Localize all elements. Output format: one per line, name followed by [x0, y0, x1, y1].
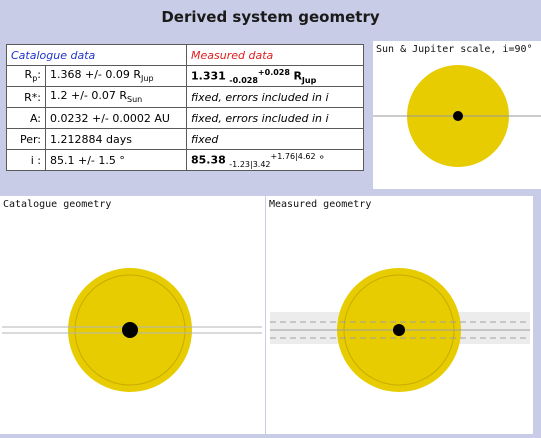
planet-dot [453, 111, 463, 121]
catalogue-diagram [2, 268, 262, 392]
table-row-i: i : 85.1 +/- 1.5 ° 85.38 -1.23|3.42+1.76… [6, 149, 364, 171]
catalogue-value: 1.2 +/- 0.07 RSun [45, 86, 187, 108]
planet-dot [122, 322, 138, 338]
catalogue-value: 0.0232 +/- 0.0002 AU [45, 107, 187, 129]
row-key: i : [6, 149, 46, 171]
scale-panel: Sun & Jupiter scale, i=90° [373, 41, 541, 189]
geometry-table: Catalogue data Measured data Rp: 1.368 +… [6, 44, 364, 171]
table-row-per: Per: 1.212884 days fixed [6, 128, 364, 150]
table-row-a: A: 0.0232 +/- 0.0002 AU fixed, errors in… [6, 107, 364, 129]
measured-geometry-panel: Measured geometry [266, 196, 533, 434]
catalogue-geometry-panel: Catalogue geometry [0, 196, 265, 434]
measured-value: 85.38 -1.23|3.42+1.76|4.62 ° [186, 149, 364, 171]
catalogue-value: 1.212884 days [45, 128, 187, 150]
table-row-rstar: R*: 1.2 +/- 0.07 RSun fixed, errors incl… [6, 86, 364, 108]
page-title: Derived system geometry [0, 0, 541, 36]
row-key: A: [6, 107, 46, 129]
measured-header: Measured data [186, 44, 364, 66]
measured-value: fixed, errors included in i [186, 107, 364, 129]
scale-diagram [373, 65, 541, 167]
catalogue-value: 1.368 +/- 0.09 RJup [45, 65, 187, 87]
measured-diagram [270, 268, 530, 392]
catalogue-header: Catalogue data [6, 44, 187, 66]
planet-dot [393, 324, 405, 336]
catalogue-value: 85.1 +/- 1.5 ° [45, 149, 187, 171]
measured-value: 1.331 -0.028+0.028 RJup [186, 65, 364, 87]
table-header-row: Catalogue data Measured data [6, 44, 364, 66]
table-row-rp: Rp: 1.368 +/- 0.09 RJup 1.331 -0.028+0.0… [6, 65, 364, 87]
row-key: Rp: [6, 65, 46, 87]
row-key: R*: [6, 86, 46, 108]
measured-value: fixed, errors included in i [186, 86, 364, 108]
measured-value: fixed [186, 128, 364, 150]
row-key: Per: [6, 128, 46, 150]
